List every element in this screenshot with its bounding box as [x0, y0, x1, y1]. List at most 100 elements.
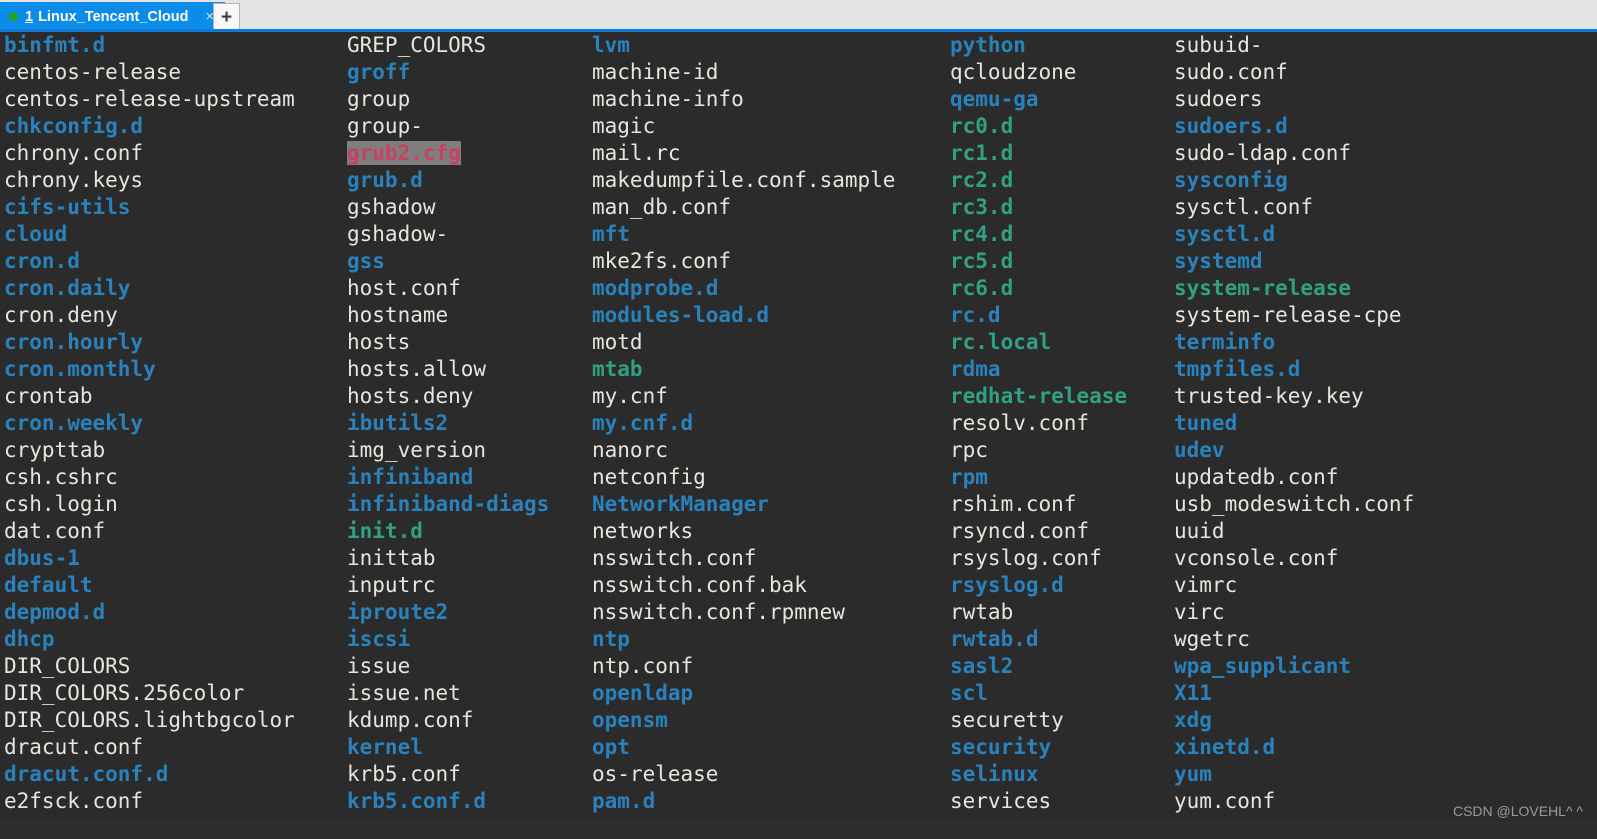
listing-entry: chrony.keys [4, 168, 144, 192]
listing-entry-cell: inputrc [347, 572, 549, 599]
listing-entry-cell: ibutils2 [347, 410, 549, 437]
listing-entry: group [347, 87, 411, 111]
listing-entry: kernel [347, 735, 423, 759]
listing-entry-cell: inittab [347, 545, 549, 572]
listing-entry-cell: rpc [950, 437, 1127, 464]
listing-entry: gss [347, 249, 385, 273]
listing-entry-cell: ntp [592, 626, 895, 653]
tab-bar: 1 Linux_Tencent_Cloud × + [0, 0, 1597, 32]
listing-entry-cell: openldap [592, 680, 895, 707]
listing-entry-cell: host.conf [347, 275, 549, 302]
listing-entry-cell: makedumpfile.conf.sample [592, 167, 895, 194]
listing-entry: makedumpfile.conf.sample [592, 168, 896, 192]
listing-entry-cell: trusted-key.key [1174, 383, 1414, 410]
listing-entry: nsswitch.conf.bak [592, 573, 807, 597]
listing-entry-cell: virc [1174, 599, 1414, 626]
listing-entry-cell: rsyslog.d [950, 572, 1127, 599]
listing-entry-cell: cron.hourly [4, 329, 295, 356]
new-tab-button[interactable]: + [213, 3, 240, 31]
listing-entry-cell: sasl2 [950, 653, 1127, 680]
listing-entry-cell: gshadow- [347, 221, 549, 248]
listing-entry: cron.monthly [4, 357, 156, 381]
listing-entry-cell: vimrc [1174, 572, 1414, 599]
listing-entry-cell: crontab [4, 383, 295, 410]
listing-entry: netconfig [592, 465, 706, 489]
listing-entry: e2fsck.conf [4, 789, 144, 813]
listing-entry: wgetrc [1174, 627, 1250, 651]
listing-entry: binfmt.d [4, 33, 106, 57]
listing-entry: wpa_supplicant [1174, 654, 1352, 678]
listing-entry: hosts.allow [347, 357, 487, 381]
listing-entry-cell: nanorc [592, 437, 895, 464]
listing-entry: default [4, 573, 93, 597]
listing-entry-cell: DIR_COLORS [4, 653, 295, 680]
listing-entry: DIR_COLORS [4, 654, 131, 678]
listing-entry: ntp.conf [592, 654, 694, 678]
listing-entry: inittab [347, 546, 436, 570]
listing-entry-cell: yum [1174, 761, 1414, 788]
listing-entry-cell: infiniband [347, 464, 549, 491]
listing-entry-cell: rc6.d [950, 275, 1127, 302]
listing-entry: iscsi [347, 627, 411, 651]
listing-column-5: subuid-sudo.conf sudoers sudoers.d sudo-lda… [1174, 32, 1414, 815]
listing-entry-cell: qemu-ga [950, 86, 1127, 113]
listing-entry: machine-id [592, 60, 719, 84]
listing-entry: rsyncd.conf [950, 519, 1090, 543]
listing-entry-cell: mtab [592, 356, 895, 383]
terminal-output-pane[interactable]: binfmt.d centos-release centos-release-ups… [0, 32, 1597, 821]
listing-entry-cell: issue.net [347, 680, 549, 707]
listing-entry: openldap [592, 681, 694, 705]
listing-entry: X11 [1174, 681, 1212, 705]
listing-entry-cell: rdma [950, 356, 1127, 383]
listing-entry-cell: GREP_COLORS [347, 32, 549, 59]
listing-entry-cell: magic [592, 113, 895, 140]
listing-entry-cell: chrony.keys [4, 167, 295, 194]
listing-entry-cell: modules-load.d [592, 302, 895, 329]
listing-entry: terminfo [1174, 330, 1276, 354]
listing-entry: hosts [347, 330, 411, 354]
listing-entry-cell: man_db.conf [592, 194, 895, 221]
listing-entry: dracut.conf.d [4, 762, 169, 786]
listing-entry-cell: rc0.d [950, 113, 1127, 140]
listing-entry-cell: issue [347, 653, 549, 680]
listing-entry-cell: security [950, 734, 1127, 761]
listing-entry-cell: e2fsck.conf [4, 788, 295, 815]
listing-entry-cell: rc2.d [950, 167, 1127, 194]
listing-entry-cell: chrony.conf [4, 140, 295, 167]
listing-entry-cell: rc5.d [950, 248, 1127, 275]
listing-entry-cell: cron.daily [4, 275, 295, 302]
listing-entry: rpc [950, 438, 988, 462]
listing-entry-cell: vconsole.conf [1174, 545, 1414, 572]
listing-entry-cell: init.d [347, 518, 549, 545]
listing-entry: img_version [347, 438, 487, 462]
tab-index-label: 1 [25, 8, 34, 25]
listing-entry: updatedb.conf [1174, 465, 1339, 489]
listing-entry: mail.rc [592, 141, 681, 165]
listing-entry: depmod.d [4, 600, 106, 624]
listing-entry: dat.conf [4, 519, 106, 543]
listing-entry: tmpfiles.d [1174, 357, 1301, 381]
listing-entry-cell: mft [592, 221, 895, 248]
listing-entry-cell: sysctl.d [1174, 221, 1414, 248]
listing-entry-cell: group [347, 86, 549, 113]
listing-entry-cell: infiniband-diags [347, 491, 549, 518]
listing-entry-cell: os-release [592, 761, 895, 788]
listing-entry: cron.d [4, 249, 80, 273]
listing-entry: rc.local [950, 330, 1052, 354]
listing-entry-cell: system-release-cpe [1174, 302, 1414, 329]
listing-entry: cron.weekly [4, 411, 144, 435]
tab-title-label: Linux_Tencent_Cloud [38, 8, 189, 25]
listing-entry-cell: cron.d [4, 248, 295, 275]
listing-entry: cron.hourly [4, 330, 144, 354]
listing-entry: rwtab [950, 600, 1014, 624]
listing-entry-cell: group- [347, 113, 549, 140]
listing-entry-cell: wpa_supplicant [1174, 653, 1414, 680]
listing-entry-cell: redhat-release [950, 383, 1127, 410]
listing-entry-cell: groff [347, 59, 549, 86]
listing-entry-cell: ntp.conf [592, 653, 895, 680]
listing-entry: securetty [950, 708, 1064, 732]
listing-entry-cell: udev [1174, 437, 1414, 464]
listing-entry-cell: wgetrc [1174, 626, 1414, 653]
listing-entry-cell: dat.conf [4, 518, 295, 545]
terminal-tab-linux-tencent-cloud[interactable]: 1 Linux_Tencent_Cloud × [0, 2, 226, 31]
